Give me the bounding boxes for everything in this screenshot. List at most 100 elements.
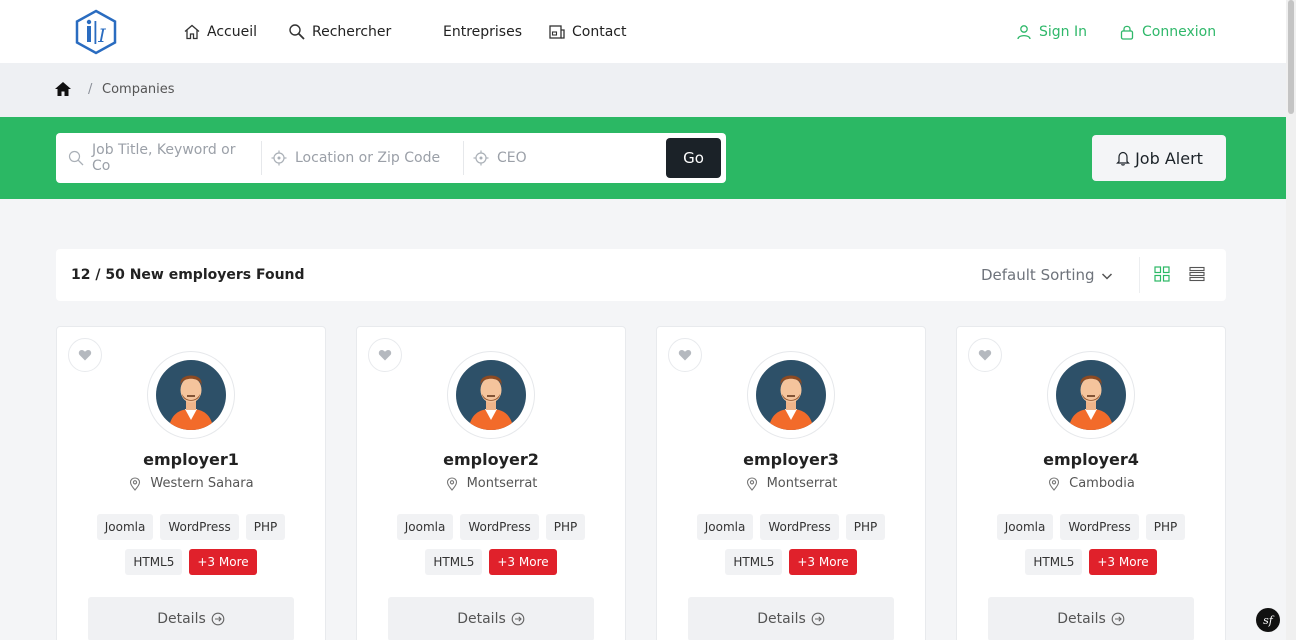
nav-rechercher-label: Rechercher	[312, 24, 392, 40]
map-pin-icon	[446, 476, 457, 491]
search-form: Job Title, Keyword or Co Location or Zip…	[56, 133, 726, 183]
company-card: employer1 Western Sahara Joomla WordPres…	[56, 326, 326, 640]
sort-select[interactable]: Default Sorting	[981, 266, 1095, 284]
svg-text:I: I	[97, 25, 106, 47]
company-location-text: Montserrat	[466, 476, 538, 491]
arrow-circle-right-icon	[511, 612, 525, 626]
more-tags-badge[interactable]: +3 More	[489, 549, 557, 575]
arrow-circle-right-icon	[211, 612, 225, 626]
favorite-button[interactable]	[968, 338, 1002, 372]
skill-tag[interactable]: HTML5	[1025, 549, 1083, 575]
debug-toolbar-badge[interactable]: sf	[1256, 608, 1280, 632]
skill-tag[interactable]: Joomla	[396, 514, 454, 540]
contact-card-icon	[549, 25, 565, 39]
map-pin-icon	[130, 476, 141, 491]
details-button[interactable]: Details	[988, 597, 1194, 640]
details-button[interactable]: Details	[688, 597, 894, 640]
page-scrollbar[interactable]	[1286, 0, 1296, 640]
job-alert-label: Job Alert	[1135, 148, 1203, 168]
location-input[interactable]: Location or Zip Code	[271, 133, 461, 183]
more-tags-badge[interactable]: +3 More	[789, 549, 857, 575]
more-tags-badge[interactable]: +3 More	[1089, 549, 1157, 575]
skill-tag[interactable]: HTML5	[125, 549, 183, 575]
keyword-placeholder: Job Title, Keyword or Co	[92, 142, 236, 174]
company-location: Montserrat	[657, 476, 925, 491]
keyword-input[interactable]: Job Title, Keyword or Co	[68, 133, 258, 183]
skill-tag[interactable]: Joomla	[996, 514, 1054, 540]
breadcrumb	[0, 63, 1286, 117]
nav-rechercher[interactable]: Rechercher	[288, 21, 391, 43]
breadcrumb-separator: /	[88, 82, 93, 97]
bell-icon	[1116, 151, 1131, 166]
details-button[interactable]: Details	[88, 597, 294, 640]
scrollbar-thumb[interactable]	[1288, 0, 1294, 114]
location-placeholder: Location or Zip Code	[295, 150, 441, 166]
heart-icon	[978, 349, 992, 361]
login-link[interactable]: Connexion	[1119, 21, 1216, 43]
details-label: Details	[157, 611, 206, 627]
list-view-icon[interactable]	[1189, 266, 1205, 282]
nav-accueil-label: Accueil	[207, 24, 257, 40]
company-location: Western Sahara	[57, 476, 325, 491]
favorite-button[interactable]	[368, 338, 402, 372]
search-icon	[289, 24, 305, 40]
skill-tag[interactable]: PHP	[245, 514, 286, 540]
home-icon[interactable]	[54, 80, 72, 98]
skill-tags: Joomla WordPress PHP HTML5 +3 More	[377, 514, 605, 575]
details-label: Details	[1057, 611, 1106, 627]
skill-tag[interactable]: PHP	[1145, 514, 1186, 540]
skill-tag[interactable]: WordPress	[460, 514, 539, 540]
skill-tag[interactable]: HTML5	[725, 549, 783, 575]
nav-entreprises-label: Entreprises	[443, 24, 523, 40]
map-pin-icon	[1049, 476, 1060, 491]
company-location: Cambodia	[957, 476, 1225, 491]
skill-tag[interactable]: WordPress	[1060, 514, 1139, 540]
lock-icon	[1120, 25, 1134, 40]
skill-tag[interactable]: PHP	[845, 514, 886, 540]
nav-entreprises[interactable]: Entreprises	[443, 21, 522, 43]
view-divider	[1139, 257, 1140, 293]
field-divider	[463, 141, 464, 175]
company-name[interactable]: employer2	[357, 450, 625, 469]
go-button[interactable]: Go	[666, 138, 721, 178]
company-card: employer2 Montserrat Joomla WordPress PH…	[356, 326, 626, 640]
site-logo[interactable]: I	[72, 8, 120, 56]
skill-tag[interactable]: WordPress	[160, 514, 239, 540]
favorite-button[interactable]	[668, 338, 702, 372]
skill-tag[interactable]: WordPress	[760, 514, 839, 540]
results-count: 12 / 50 New employers Found	[71, 267, 305, 283]
category-input[interactable]: CEO	[473, 133, 653, 183]
details-label: Details	[757, 611, 806, 627]
nav-contact[interactable]: Contact	[548, 21, 626, 43]
company-name[interactable]: employer3	[657, 450, 925, 469]
skill-tag[interactable]: HTML5	[425, 549, 483, 575]
nav-accueil[interactable]: Accueil	[183, 21, 257, 43]
company-card: employer3 Montserrat Joomla WordPress PH…	[656, 326, 926, 640]
sign-in-link[interactable]: Sign In	[1016, 21, 1087, 43]
company-avatar	[747, 351, 835, 439]
avatar-icon	[456, 360, 526, 430]
grid-view-icon[interactable]	[1154, 266, 1170, 282]
favorite-button[interactable]	[68, 338, 102, 372]
company-location: Montserrat	[357, 476, 625, 491]
skill-tag[interactable]: PHP	[545, 514, 586, 540]
field-divider	[261, 141, 262, 175]
skill-tags: Joomla WordPress PHP HTML5 +3 More	[677, 514, 905, 575]
user-icon	[1017, 25, 1031, 40]
company-name[interactable]: employer1	[57, 450, 325, 469]
login-label: Connexion	[1142, 24, 1217, 40]
company-location-text: Western Sahara	[150, 476, 254, 491]
skill-tag[interactable]: Joomla	[96, 514, 154, 540]
details-button[interactable]: Details	[388, 597, 594, 640]
avatar-icon	[156, 360, 226, 430]
search-icon	[68, 150, 84, 166]
job-alert-button[interactable]: Job Alert	[1092, 135, 1226, 181]
skill-tag[interactable]: Joomla	[696, 514, 754, 540]
arrow-circle-right-icon	[811, 612, 825, 626]
heart-icon	[378, 349, 392, 361]
company-name[interactable]: employer4	[957, 450, 1225, 469]
more-tags-badge[interactable]: +3 More	[189, 549, 257, 575]
company-avatar	[447, 351, 535, 439]
chevron-down-icon[interactable]	[1100, 269, 1114, 283]
arrow-circle-right-icon	[1111, 612, 1125, 626]
